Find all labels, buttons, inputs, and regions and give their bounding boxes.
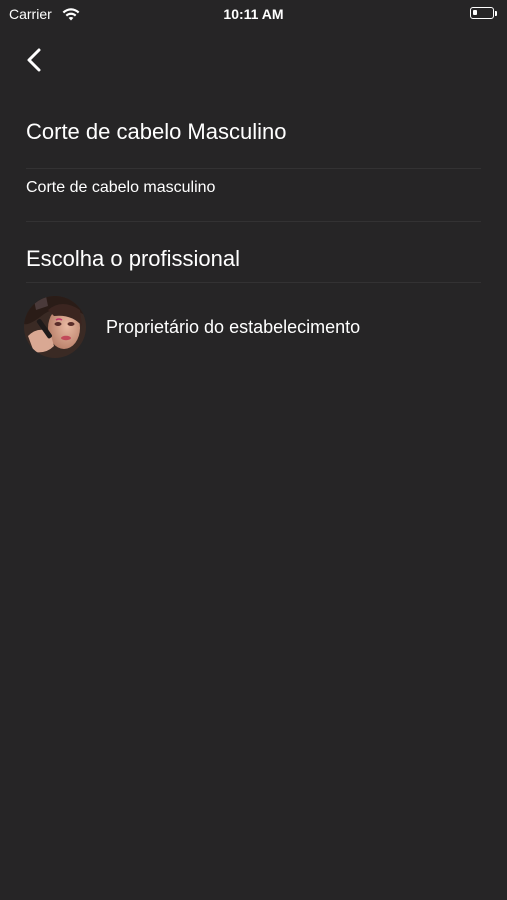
- battery-level: [473, 10, 477, 15]
- battery-tip: [495, 11, 497, 16]
- professional-list-item[interactable]: Proprietário do estabelecimento: [24, 296, 481, 358]
- status-time: 10:11 AM: [223, 6, 284, 22]
- back-button[interactable]: [20, 44, 50, 76]
- professional-name: Proprietário do estabelecimento: [106, 317, 361, 337]
- service-description: Corte de cabelo masculino: [26, 179, 216, 196]
- divider: [26, 282, 481, 283]
- divider: [26, 168, 481, 169]
- avatar: [24, 296, 86, 358]
- battery-icon: [470, 7, 494, 19]
- chevron-left-icon: [27, 48, 41, 72]
- section-title-professional: Escolha o profissional: [26, 246, 241, 271]
- service-title: Corte de cabelo Masculino: [26, 119, 287, 144]
- divider: [26, 221, 481, 222]
- status-bar: Carrier 10:11 AM: [0, 0, 507, 28]
